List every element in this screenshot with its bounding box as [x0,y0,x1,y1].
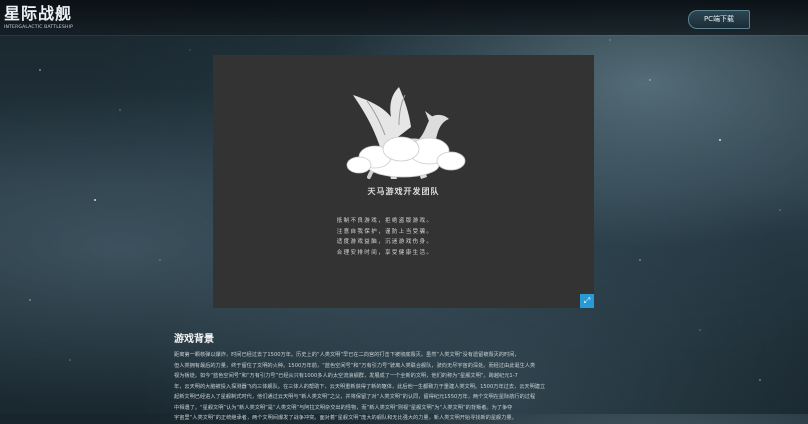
paragraph-line: 距离第一颗核弹以爆炸，时间已经过去了1500万年。历史上的“人类文明”早已在二向… [174,352,520,358]
paragraph-line: 宇宙里“人类文明”的正统继承者，两个文明间爆发了战争冲突。面对着“星舰文明”庞大… [174,415,517,421]
notice-line: 适度游戏益脑，沉迷游戏伤身。 [336,239,434,245]
video-player[interactable]: 天马游戏开发团队 抵制不良游戏，拒绝盗版游戏。 注意自我保护，谨防上当受骗。 适… [213,55,594,308]
paragraph-line: 但人类拥有最后的力量，终于留住了文明的火种。1500万年前，“蓝色空间号”和“万… [174,362,536,369]
pegasus-cloud-logo-icon [346,87,466,179]
site-logo[interactable]: 星际战舰 INTERGALACTIC BATTLESHIP [4,5,73,31]
notice-line: 注意自我保护，谨防上当受骗。 [336,228,434,235]
team-name: 天马游戏开发团队 [367,187,440,196]
health-notice: 抵制不良游戏，拒绝盗版游戏。 注意自我保护，谨防上当受骗。 适度游戏益脑，沉迷游… [310,216,460,258]
paragraph-line: 中相遇了。“星舰文明”认为“新人类文明”是“人类文明”与阿拉文明杂交出的怪物，而… [174,404,513,411]
paragraph-line: 视为叛徒。如今“蓝色空间号”和“万有引力号”已经从只有1000多人的太空流浪舰群… [174,373,518,379]
logo-subtitle: INTERGALACTIC BATTLESHIP [4,25,74,30]
logo-title: 星际战舰 [4,4,73,23]
fullscreen-expand-icon[interactable]: ⤢ [580,294,594,308]
pc-download-button[interactable]: PC端下载 [688,10,750,29]
paragraph-line: 年，云天明的大脑被投入探测器飞向三体舰队。在三体人的帮助下，云天明重新获得了新的… [174,383,546,390]
notice-line: 抵制不良游戏，拒绝盗版游戏。 [336,218,434,224]
top-navigation-bar: 星际战舰 INTERGALACTIC BATTLESHIP PC端下载 [0,0,808,35]
notice-line: 合理安排时间，享受健康生活。 [336,249,434,256]
section-title: 游戏背景 [174,334,214,345]
section-body: 距离第一颗核弹以爆炸，时间已经过去了1500万年。历史上的“人类文明”早已在二向… [174,350,634,424]
paragraph-line: 起新文明已经进入了星舰制式时代，他们通过云天明与“新人类文明”之父，并将保留了对… [174,394,536,400]
